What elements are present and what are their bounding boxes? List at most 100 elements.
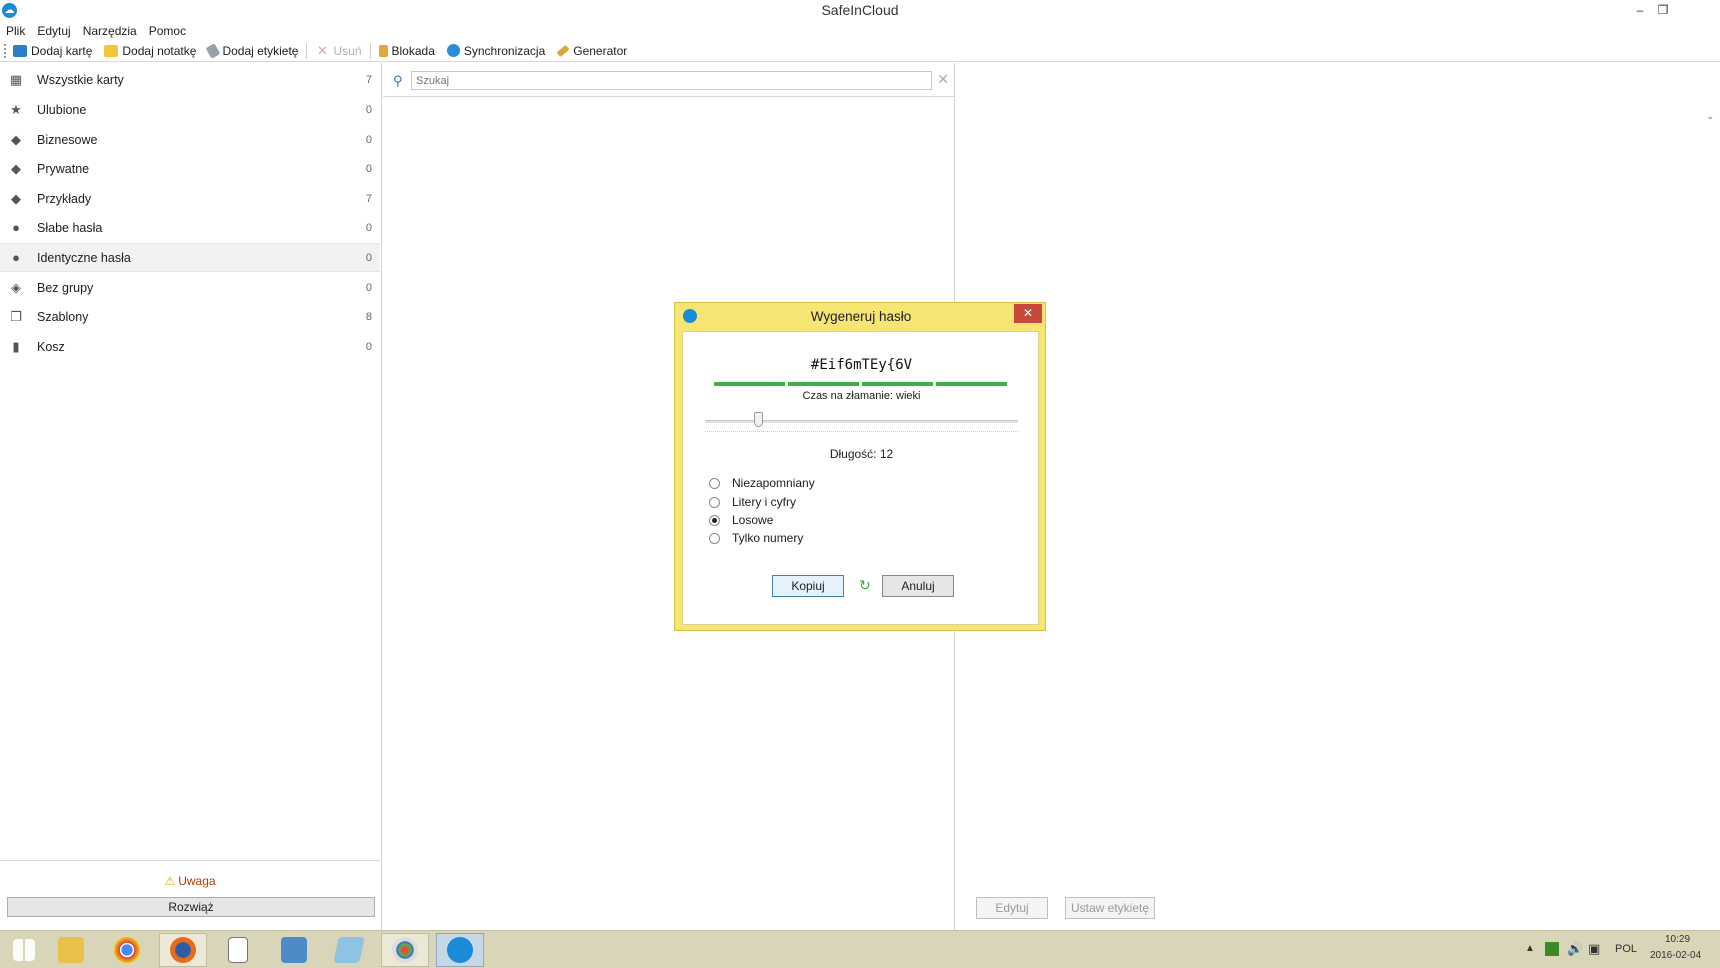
sidebar-item-duplicate-passwords[interactable]: ● Identyczne hasła 0 [0, 243, 380, 272]
window-title: SafeInCloud [821, 2, 899, 18]
option-letters-digits[interactable]: Litery i cyfry [709, 495, 796, 509]
grid-icon: ▦ [9, 71, 23, 87]
generator-button[interactable]: Generator [556, 44, 627, 58]
taskbar-safeincloud[interactable] [436, 933, 484, 967]
network-icon[interactable]: ▣ [1588, 941, 1600, 957]
strength-segment [936, 382, 1007, 386]
taskbar-paint[interactable] [381, 933, 429, 967]
generated-password: #Eif6mTEy{6V [810, 357, 913, 373]
title-bar: ☁ SafeInCloud – ❐ [0, 0, 1720, 22]
sidebar-item-templates[interactable]: ❐ Szablony 8 [0, 302, 380, 331]
trash-icon: ▮ [12, 338, 20, 354]
sidebar-item-samples[interactable]: ◆ Przykłady 7 [0, 184, 380, 213]
safeincloud-icon [447, 937, 473, 963]
nvidia-icon[interactable] [1545, 942, 1559, 956]
taskbar-wtw[interactable] [270, 933, 318, 967]
crack-time-label: Czas na złamanie: wieki [802, 390, 921, 402]
length-slider-thumb[interactable] [754, 412, 763, 427]
strength-segment [862, 382, 933, 386]
sync-button[interactable]: Synchronizacja [446, 44, 545, 58]
add-note-button[interactable]: Dodaj notatkę [104, 44, 196, 58]
card-detail-panel: ⌄ Edytuj Ustaw etykietę [956, 63, 1720, 930]
sidebar-item-trash[interactable]: ▮ Kosz 0 [0, 332, 380, 361]
strength-meter [714, 382, 1007, 386]
start-icon [13, 939, 35, 961]
sidebar-item-private[interactable]: ◆ Prywatne 0 [0, 154, 380, 183]
option-numbers-only[interactable]: Tylko numery [709, 531, 803, 545]
untagged-icon: ◈ [11, 279, 21, 295]
file-explorer-icon [58, 937, 84, 963]
item-count: 0 [365, 221, 372, 234]
tag-icon: ◆ [11, 190, 21, 206]
restore-button[interactable]: ❐ [1652, 0, 1674, 20]
copy-button[interactable]: Kopiuj [772, 575, 844, 597]
language-indicator[interactable]: POL [1615, 943, 1637, 955]
item-count: 0 [365, 162, 372, 175]
radio-button-selected[interactable] [709, 514, 720, 526]
option-random[interactable]: Losowe [709, 513, 773, 527]
paint-icon [392, 937, 418, 963]
cancel-button[interactable]: Anuluj [882, 575, 954, 597]
option-memorable[interactable]: Niezapomniany [709, 476, 815, 490]
edit-button[interactable]: Edytuj [976, 897, 1048, 919]
wtw-icon [281, 937, 307, 963]
clock-date[interactable]: 2016-02-04 [1650, 950, 1701, 961]
overflow-chevron-icon[interactable]: ⌄ [1706, 111, 1714, 122]
delete-button[interactable]: ✕ Usuń [315, 44, 361, 58]
notepad-icon [228, 937, 248, 963]
taskbar-chrome[interactable] [103, 933, 151, 967]
clear-search-icon[interactable]: ✕ [937, 71, 949, 88]
menu-help[interactable]: Pomoc [149, 22, 186, 40]
toolbar-grip[interactable] [4, 43, 7, 58]
volume-icon[interactable]: 🔊 [1567, 941, 1583, 957]
radio-button[interactable] [709, 477, 720, 489]
start-button[interactable] [0, 933, 48, 967]
taskbar-file-explorer[interactable] [47, 933, 95, 967]
item-count: 8 [365, 310, 372, 323]
radio-button[interactable] [709, 532, 720, 544]
item-count: 0 [365, 133, 372, 146]
warning-icon: ⚠ [164, 874, 176, 888]
dialog-title: Wygeneruj hasło [810, 309, 912, 324]
sync-icon [446, 44, 460, 57]
tag-icon: ◆ [11, 131, 21, 147]
sidebar-item-favorites[interactable]: ★ Ulubione 0 [0, 95, 380, 124]
chrome-icon [114, 937, 140, 963]
menu-tools[interactable]: Narzędzia [83, 22, 137, 40]
clock-time[interactable]: 10:29 [1665, 934, 1690, 945]
taskbar-notepad[interactable] [214, 933, 262, 967]
regenerate-icon[interactable]: ↻ [859, 577, 871, 594]
dialog-close-button[interactable]: ✕ [1014, 304, 1042, 323]
taskbar-document[interactable] [325, 933, 373, 967]
radio-button[interactable] [709, 496, 720, 508]
show-hidden-icons[interactable]: ▲ [1525, 943, 1535, 954]
note-icon [104, 44, 119, 57]
star-icon: ★ [10, 101, 22, 117]
card-icon [13, 44, 27, 57]
add-label-button[interactable]: Dodaj etykietę [206, 42, 298, 59]
taskbar: ▲ 🔊 ▣ POL 10:29 2016-02-04 [0, 930, 1720, 968]
menu-file[interactable]: Plik [6, 22, 25, 40]
templates-icon: ❐ [10, 308, 22, 324]
item-count: 0 [365, 340, 372, 353]
sidebar-item-all-cards[interactable]: ▦ Wszystkie karty 7 [0, 65, 380, 94]
minimize-button[interactable]: – [1629, 0, 1651, 20]
key-icon [556, 44, 570, 57]
length-label: Długość: 12 [829, 447, 894, 461]
sidebar-item-business[interactable]: ◆ Biznesowe 0 [0, 125, 380, 154]
menu-edit[interactable]: Edytuj [37, 22, 70, 40]
resolve-button[interactable]: Rozwiąż [7, 897, 375, 917]
lock-button[interactable]: Blokada [378, 44, 435, 58]
document-icon [333, 937, 365, 963]
taskbar-firefox[interactable] [159, 933, 207, 967]
alert-icon: ● [12, 249, 20, 265]
search-input[interactable] [411, 71, 932, 90]
delete-icon: ✕ [317, 42, 328, 58]
set-label-button[interactable]: Ustaw etykietę [1065, 897, 1155, 919]
tag-icon [206, 42, 221, 59]
sidebar-item-weak-passwords[interactable]: ● Słabe hasła 0 [0, 213, 380, 242]
length-slider-track[interactable] [705, 420, 1018, 423]
add-card-button[interactable]: Dodaj kartę [13, 44, 92, 58]
sidebar-item-untagged[interactable]: ◈ Bez grupy 0 [0, 273, 380, 302]
dialog-body: #Eif6mTEy{6V Czas na złamanie: wieki Dłu… [682, 331, 1039, 625]
